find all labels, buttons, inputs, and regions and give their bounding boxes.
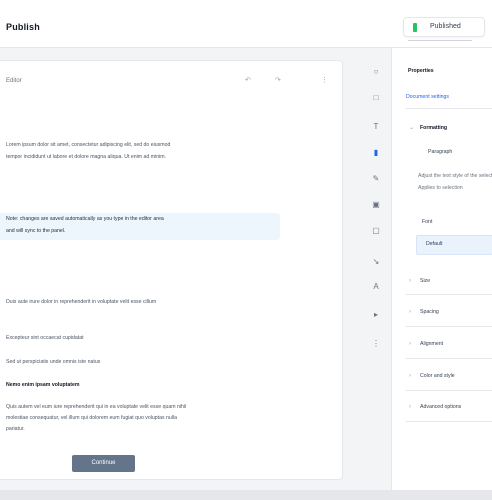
image-icon[interactable]: ▣ <box>368 198 384 212</box>
formatting-section-title[interactable]: Formatting <box>420 124 447 133</box>
font-field-label: Font <box>422 219 433 225</box>
info-note-line: and will sync to the panel. <box>6 228 66 234</box>
editor-line: Excepteur sint occaecat cupidatat <box>6 335 84 341</box>
play-icon[interactable]: ▸ <box>368 308 384 322</box>
panel-title: Properties <box>408 68 434 74</box>
chevron-right-icon[interactable]: › <box>409 372 411 381</box>
panel-description: Applies to selection <box>418 185 463 191</box>
properties-panel: Properties Document settings ⌄ Formattin… <box>391 48 492 500</box>
divider <box>406 358 492 359</box>
editor-card: Editor ↶ ↷ ⋮ Lorem ipsum dolor sit amet,… <box>0 60 343 480</box>
redo-icon[interactable]: ↷ <box>275 76 281 86</box>
chevron-right-icon[interactable]: › <box>409 403 411 412</box>
status-dot-icon <box>413 23 417 32</box>
publish-status-button[interactable]: Published <box>403 17 485 37</box>
font-field[interactable]: Default <box>416 235 492 255</box>
divider <box>406 108 492 109</box>
font-field-value: Default <box>426 241 443 247</box>
continue-button[interactable]: Continue <box>72 455 135 472</box>
divider <box>406 294 492 295</box>
text-icon[interactable]: T <box>368 120 384 134</box>
block-icon[interactable]: ▮ <box>368 146 384 160</box>
status-bar <box>0 490 492 500</box>
editor-line: pariatur. <box>6 426 25 432</box>
panel-row-alignment[interactable]: Alignment <box>420 340 443 349</box>
pencil-icon[interactable]: ✎ <box>368 172 384 186</box>
editor-line: Sed ut perspiciatis unde omnis iste natu… <box>6 359 101 365</box>
divider <box>406 390 492 391</box>
panel-row-spacing[interactable]: Spacing <box>420 308 439 317</box>
chevron-right-icon[interactable]: › <box>409 308 411 317</box>
panel-row-size[interactable]: Size <box>420 277 430 286</box>
divider <box>406 421 492 422</box>
editor-header-label: Editor <box>6 78 22 84</box>
editor-line: Quis autem vel eum iure reprehenderit qu… <box>6 404 187 410</box>
editor-line: molestiae consequatur, vel illum qui dol… <box>6 415 177 421</box>
chevron-right-icon[interactable]: › <box>409 277 411 286</box>
panel-row-advanced[interactable]: Advanced options <box>420 403 461 412</box>
editor-line: tempor incididunt ut labore et dolore ma… <box>6 154 167 160</box>
panel-description: Adjust the text style of the selected bl… <box>418 173 492 179</box>
info-note-line: Note: changes are saved automatically as… <box>6 216 164 222</box>
frame-icon[interactable]: ▢ <box>368 224 384 238</box>
tool-rail: ○ □ T ▮ ✎ ▣ ▢ ↘ A ▸ ⋮ <box>362 60 390 360</box>
chevron-down-icon[interactable]: ⌄ <box>409 124 414 133</box>
editor-header: Editor ↶ ↷ ⋮ <box>0 61 342 97</box>
more-icon[interactable]: ⋮ <box>368 337 384 351</box>
font-icon[interactable]: A <box>368 280 384 294</box>
editor-line: Lorem ipsum dolor sit amet, consectetur … <box>6 142 171 148</box>
chevron-right-icon[interactable]: › <box>409 340 411 349</box>
more-icon[interactable]: ⋮ <box>321 76 328 86</box>
app-title: Publish <box>6 22 40 32</box>
publish-status-label: Published <box>430 23 461 30</box>
editor-line: Nemo enim ipsam voluptatem <box>6 382 80 388</box>
panel-row-color[interactable]: Color and style <box>420 372 455 381</box>
square-icon[interactable]: □ <box>368 91 384 105</box>
editor-line: Duis aute irure dolor in reprehenderit i… <box>6 299 157 305</box>
circle-icon[interactable]: ○ <box>368 65 384 79</box>
formatting-value: Paragraph <box>428 149 453 155</box>
undo-icon[interactable]: ↶ <box>245 76 251 86</box>
divider <box>408 40 472 41</box>
document-settings-link[interactable]: Document settings <box>406 93 449 102</box>
arrow-icon[interactable]: ↘ <box>368 255 384 269</box>
divider <box>406 326 492 327</box>
top-bar: Publish Published <box>0 0 492 48</box>
